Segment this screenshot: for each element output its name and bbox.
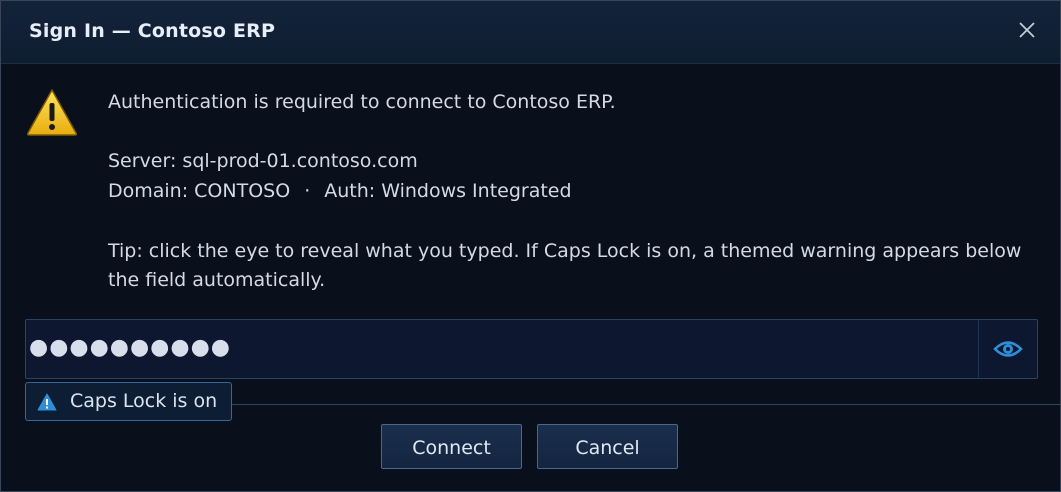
warning-icon bbox=[25, 87, 79, 137]
auth-info: Auth: Windows Integrated bbox=[324, 180, 572, 202]
domain-info: Domain: CONTOSO bbox=[108, 180, 291, 202]
caps-lock-text: Caps Lock is on bbox=[70, 390, 218, 412]
title-bar: Sign In — Contoso ERP bbox=[1, 1, 1060, 64]
connect-button[interactable]: Connect bbox=[381, 424, 522, 469]
warning-icon bbox=[37, 393, 57, 411]
caps-lock-warning: Caps Lock is on bbox=[25, 382, 232, 421]
cancel-button[interactable]: Cancel bbox=[537, 424, 678, 469]
window-title: Sign In — Contoso ERP bbox=[29, 20, 276, 42]
password-value[interactable]: ●●●●●●●●●● bbox=[29, 335, 231, 360]
close-button[interactable] bbox=[1014, 17, 1040, 43]
tip-text: Tip: click the eye to reveal what you ty… bbox=[108, 240, 1022, 291]
close-icon bbox=[1019, 22, 1035, 38]
domain-auth-info: Domain: CONTOSO · Auth: Windows Integrated bbox=[108, 177, 572, 206]
eye-icon bbox=[993, 341, 1023, 357]
divider bbox=[231, 404, 1060, 405]
reveal-password-button[interactable] bbox=[978, 320, 1037, 378]
password-field[interactable]: ●●●●●●●●●● bbox=[25, 319, 1038, 379]
sign-in-dialog: Sign In — Contoso ERP Authentication is … bbox=[0, 0, 1061, 492]
server-info: Server: sql-prod-01.contoso.com bbox=[108, 150, 418, 172]
separator: · bbox=[304, 180, 311, 202]
auth-message: Authentication is required to connect to… bbox=[108, 91, 616, 113]
